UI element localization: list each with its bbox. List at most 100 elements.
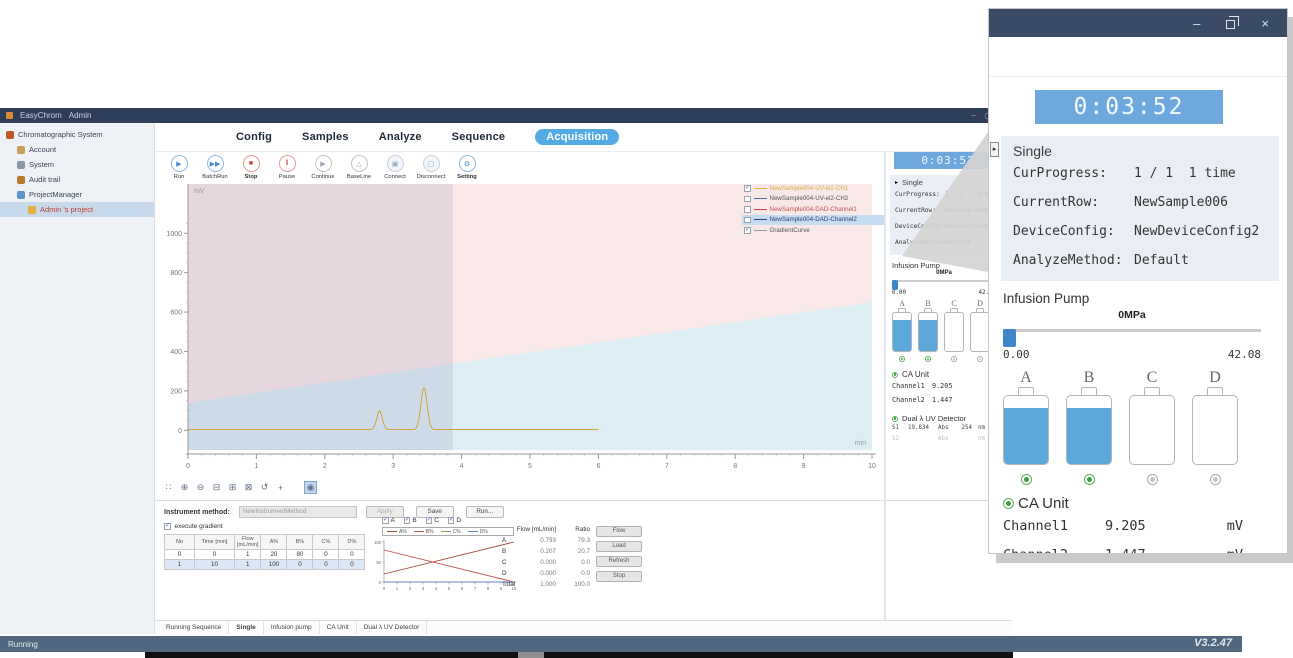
- menu-item[interactable]: Samples: [302, 131, 349, 143]
- zoom-tool-icon[interactable]: ⊕: [178, 481, 191, 494]
- cell-flow: 1: [235, 560, 261, 570]
- cell-time: 10: [195, 560, 235, 570]
- zoom-tool-icon[interactable]: ◉: [304, 481, 317, 494]
- bottle-letter: C: [1147, 369, 1158, 387]
- toolbar-button[interactable]: ▶▶ BatchRun: [200, 155, 230, 180]
- sidebar-item[interactable]: Audit trail: [0, 172, 154, 187]
- checkbox-label: C: [434, 517, 439, 524]
- legend-label: C%: [453, 529, 461, 535]
- toolbar-button[interactable]: △ BaseLine: [344, 155, 374, 180]
- svg-text:800: 800: [170, 270, 182, 277]
- close-icon[interactable]: ×: [1261, 16, 1269, 31]
- svg-text:1: 1: [254, 463, 258, 470]
- solvent-bottle: A: [1003, 369, 1049, 485]
- toolbar-button[interactable]: ▶ Continue: [308, 155, 338, 180]
- pressure-slider[interactable]: [1003, 329, 1261, 347]
- sidebar-item[interactable]: Account: [0, 142, 154, 157]
- bottom-tab[interactable]: Single: [229, 621, 264, 634]
- flow-row-ratio: 20.7: [560, 548, 590, 555]
- checkbox-box[interactable]: [382, 517, 389, 524]
- info-row: AnalyzeMethod: Default: [1013, 246, 1279, 275]
- instrument-method-combo[interactable]: NewInstrumentMethod: [239, 506, 357, 518]
- cell-b: 80: [287, 550, 313, 560]
- ca-unit-section: CA Unit Channel1 9.205 mV Channel2 1.447…: [989, 495, 1287, 554]
- ca-section-title: CA Unit: [902, 370, 929, 379]
- channel-checkbox[interactable]: B: [404, 517, 417, 524]
- checkbox-box[interactable]: [448, 517, 455, 524]
- sidebar-item[interactable]: Chromatographic System: [0, 127, 154, 142]
- bottle-body: [1129, 395, 1175, 465]
- pressure-slider[interactable]: [892, 280, 996, 290]
- menu-item[interactable]: Sequence: [452, 131, 506, 143]
- svg-text:min: min: [855, 440, 866, 447]
- zoom-tool-icon[interactable]: ⊟: [210, 481, 223, 494]
- legend-checkbox[interactable]: [744, 196, 751, 203]
- gradient-table-row[interactable]: 0 0 1 20 80 0 0: [165, 550, 365, 560]
- sidebar-item-label: Account: [29, 145, 56, 154]
- gradient-table-row[interactable]: 1 10 1 100 0 0 0: [165, 560, 365, 570]
- legend-row[interactable]: NewSample004-DAD-Channel1: [742, 204, 886, 215]
- zoom-tool-icon[interactable]: ⊞: [226, 481, 239, 494]
- bottom-tab[interactable]: CA Unit: [320, 621, 357, 634]
- toolbar-button-icon: ▶: [171, 155, 188, 172]
- toolbar-button[interactable]: ▢ Disconnect: [416, 155, 446, 180]
- legend-row[interactable]: GradientCurve: [742, 225, 886, 236]
- collapse-marker-icon[interactable]: ▸: [895, 179, 898, 186]
- bottom-tab[interactable]: Dual λ UV Detector: [357, 621, 428, 634]
- sidebar-item[interactable]: Admin 's project: [0, 202, 154, 217]
- panel-collapse-handle[interactable]: ▸: [990, 142, 999, 157]
- execute-gradient-checkbox[interactable]: [164, 523, 171, 530]
- vertical-splitter[interactable]: [884, 152, 886, 634]
- toolbar-button[interactable]: ▶ Run: [164, 155, 194, 180]
- slider-thumb[interactable]: [1003, 329, 1016, 347]
- checkbox-box[interactable]: [404, 517, 411, 524]
- toolbar-button[interactable]: ■ Stop: [236, 155, 266, 180]
- bottle-neck: [1144, 387, 1160, 395]
- run-timer: 0:03:52: [1035, 90, 1223, 124]
- svg-text:1: 1: [396, 586, 399, 591]
- svg-text:0: 0: [383, 586, 386, 591]
- legend-row[interactable]: NewSample004-DAD-Channel2: [742, 215, 886, 226]
- bottom-tab[interactable]: Running Sequence: [159, 621, 229, 634]
- legend-checkbox[interactable]: [744, 206, 751, 213]
- toolbar-button[interactable]: ‖ Pause: [272, 155, 302, 180]
- sidebar-item-label: System: [29, 160, 54, 169]
- sidebar-item[interactable]: System: [0, 157, 154, 172]
- channel-row: Channel2 1.447 mV: [892, 393, 1000, 407]
- pump-action-button[interactable]: Refresh: [596, 556, 642, 567]
- restore-icon[interactable]: [1226, 20, 1235, 29]
- pump-action-button[interactable]: Load: [596, 541, 642, 552]
- legend-checkbox[interactable]: [744, 227, 751, 234]
- svg-text:0: 0: [178, 428, 182, 435]
- zoom-tool-icon[interactable]: +: [274, 481, 287, 494]
- zoom-tool-icon[interactable]: ⊖: [194, 481, 207, 494]
- checkbox-box[interactable]: [426, 517, 433, 524]
- uv-wavelength: [908, 434, 932, 445]
- legend-checkbox[interactable]: [744, 185, 751, 192]
- legend-row[interactable]: NewSample004-UV-el2-CH2: [742, 194, 886, 205]
- channel-checkbox[interactable]: A: [382, 517, 395, 524]
- zoom-tool-icon[interactable]: ⊠: [242, 481, 255, 494]
- bottom-tab[interactable]: Infusion pump: [264, 621, 320, 634]
- legend-row[interactable]: NewSample004-UV-el2-CH1: [742, 183, 886, 194]
- channel-checkbox[interactable]: D: [448, 517, 461, 524]
- menu-item[interactable]: Analyze: [379, 131, 422, 143]
- sidebar-item[interactable]: ProjectManager: [0, 187, 154, 202]
- screen: EasyChrom Admin – ▢ × Chromatographic Sy…: [0, 0, 1293, 658]
- pump-action-button[interactable]: Stop: [596, 571, 642, 582]
- legend-checkbox[interactable]: [744, 217, 751, 224]
- slider-thumb[interactable]: [892, 280, 898, 290]
- toolbar-button[interactable]: ▣ Connect: [380, 155, 410, 180]
- menu-item[interactable]: Config: [236, 131, 272, 143]
- minimize-icon[interactable]: –: [1193, 16, 1200, 31]
- minimize-icon[interactable]: –: [971, 111, 975, 120]
- zoom-tool-icon[interactable]: ∷: [162, 481, 175, 494]
- zoom-tool-icon[interactable]: ↺: [258, 481, 271, 494]
- svg-text:7: 7: [474, 586, 477, 591]
- menu-item[interactable]: Acquisition: [535, 129, 619, 145]
- toolbar-button[interactable]: ⚙ Setting: [452, 155, 482, 180]
- pump-action-button[interactable]: Flow: [596, 526, 642, 537]
- svg-text:6: 6: [596, 463, 600, 470]
- channel-checkbox[interactable]: C: [426, 517, 439, 524]
- flow-row-value: 0.000: [516, 570, 560, 577]
